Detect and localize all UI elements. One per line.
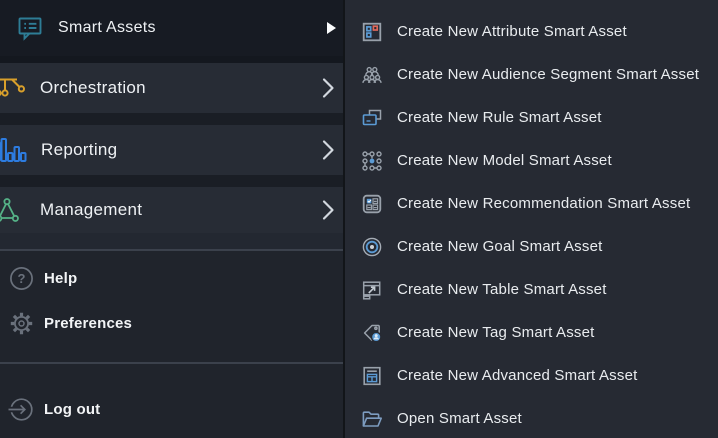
menu-item-create-model[interactable]: Create New Model Smart Asset [345, 139, 718, 182]
menu-item-create-advanced[interactable]: Create New Advanced Smart Asset [345, 354, 718, 397]
advanced-icon [360, 364, 384, 388]
menu-item-create-recommendation[interactable]: Create New Recommendation Smart Asset [345, 182, 718, 225]
sidebar-item-label: Orchestration [40, 78, 146, 98]
chevron-right-icon [322, 139, 335, 161]
menu-item-label: Create New Attribute Smart Asset [397, 23, 627, 40]
row-separator [0, 56, 343, 63]
sidebar-item-logout[interactable]: Log out [0, 387, 343, 431]
chevron-right-icon [322, 77, 335, 99]
section-spacer [0, 233, 343, 249]
sidebar-item-help[interactable]: ? Help [0, 256, 343, 300]
menu-item-label: Create New Advanced Smart Asset [397, 367, 637, 384]
open-folder-icon [360, 407, 384, 431]
sidebar: Smart Assets Orchestration [0, 0, 343, 438]
row-separator [0, 175, 343, 187]
logout-icon [8, 396, 35, 423]
network-triangle-icon [0, 198, 22, 223]
sidebar-item-label: Preferences [44, 315, 132, 332]
menu-item-label: Open Smart Asset [397, 410, 522, 427]
menu-item-create-attribute[interactable]: Create New Attribute Smart Asset [345, 10, 718, 53]
gear-icon [8, 310, 35, 337]
chat-list-icon [17, 15, 44, 42]
menu-item-label: Create New Goal Smart Asset [397, 238, 602, 255]
menu-item-label: Create New Table Smart Asset [397, 281, 607, 298]
chevron-right-icon [322, 199, 335, 221]
section-divider [0, 362, 343, 364]
menu-item-open-smart-asset[interactable]: Open Smart Asset [345, 397, 718, 438]
sidebar-item-label: Help [44, 270, 77, 287]
sidebar-item-reporting[interactable]: Reporting [0, 125, 343, 175]
row-separator [0, 113, 343, 125]
goal-icon [360, 235, 384, 259]
menu-item-create-tag[interactable]: Create New Tag Smart Asset [345, 311, 718, 354]
rule-icon [360, 106, 384, 130]
sidebar-item-label: Smart Assets [58, 19, 156, 37]
recommendation-icon [360, 192, 384, 216]
svg-text:?: ? [18, 271, 26, 286]
menu-item-label: Create New Model Smart Asset [397, 152, 612, 169]
attribute-icon [360, 20, 384, 44]
menu-item-label: Create New Rule Smart Asset [397, 109, 602, 126]
menu-item-create-rule[interactable]: Create New Rule Smart Asset [345, 96, 718, 139]
help-icon: ? [8, 265, 35, 292]
tag-icon [360, 321, 384, 345]
menu-item-label: Create New Audience Segment Smart Asset [397, 66, 699, 83]
menu-item-label: Create New Recommendation Smart Asset [397, 195, 690, 212]
menu-item-label: Create New Tag Smart Asset [397, 324, 595, 341]
menu-item-create-goal[interactable]: Create New Goal Smart Asset [345, 225, 718, 268]
section-divider [0, 249, 343, 251]
sidebar-item-management[interactable]: Management [0, 187, 343, 233]
smart-assets-submenu: Create New Attribute Smart Asset Create … [343, 0, 718, 438]
bar-chart-icon [0, 137, 27, 164]
menu-item-create-audience-segment[interactable]: Create New Audience Segment Smart Asset [345, 53, 718, 96]
audience-segment-icon [360, 63, 384, 87]
orchestration-icon [0, 74, 28, 102]
sidebar-item-smart-assets[interactable]: Smart Assets [0, 0, 343, 56]
sidebar-item-label: Reporting [41, 140, 117, 160]
sidebar-item-label: Management [40, 200, 142, 220]
sidebar-item-preferences[interactable]: Preferences [0, 301, 343, 345]
table-icon [360, 278, 384, 302]
menu-item-create-table[interactable]: Create New Table Smart Asset [345, 268, 718, 311]
submenu-open-arrow-icon [327, 22, 336, 34]
sidebar-item-orchestration[interactable]: Orchestration [0, 63, 343, 113]
model-icon [360, 149, 384, 173]
sidebar-item-label: Log out [44, 401, 100, 418]
app-menu-screen: Smart Assets Orchestration [0, 0, 718, 438]
